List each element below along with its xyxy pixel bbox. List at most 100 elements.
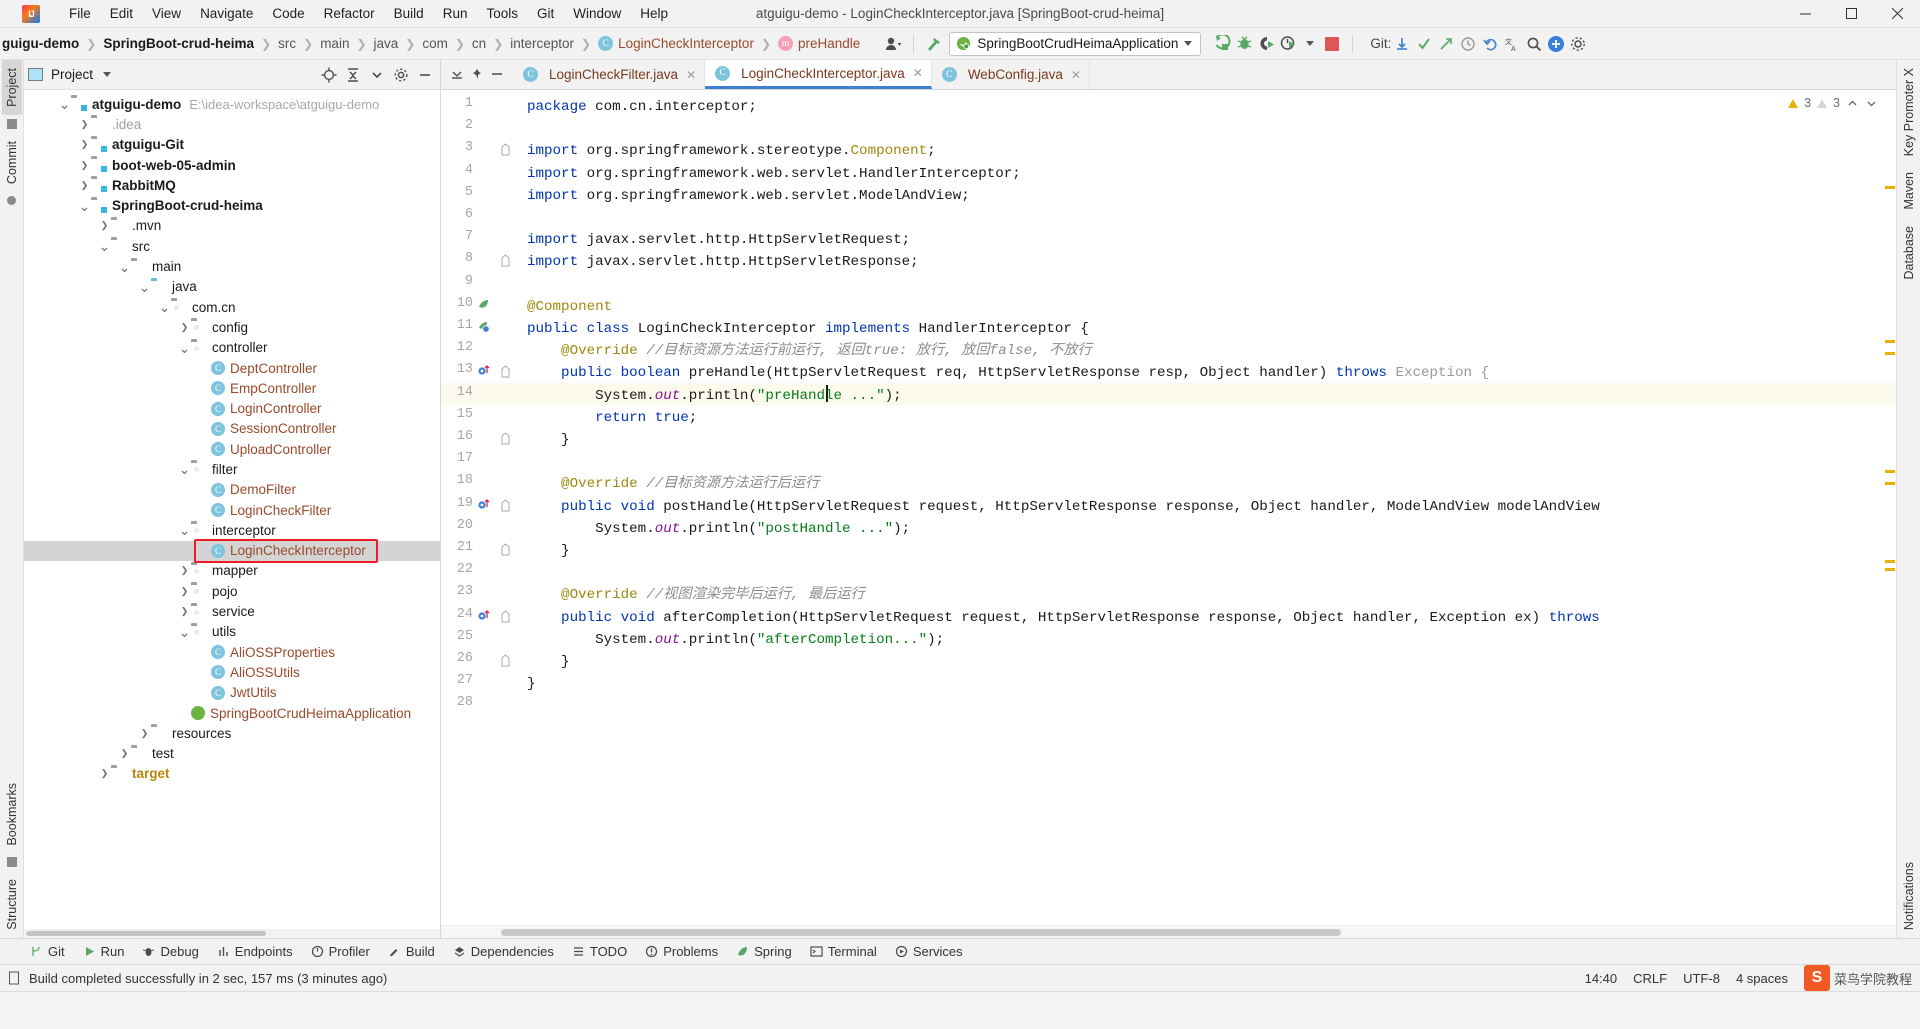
sidebar-item-bookmarks[interactable]: Bookmarks [2, 775, 22, 854]
breadcrumb-java[interactable]: java [372, 36, 401, 51]
tree-item-folder[interactable]: ⌄ interceptor [24, 520, 440, 540]
close-icon[interactable]: ✕ [913, 66, 923, 80]
git-update-icon[interactable] [1391, 33, 1413, 55]
run-configuration-selector[interactable]: SpringBootCrudHeimaApplication [949, 31, 1202, 56]
tool-window-build[interactable]: Build [380, 942, 443, 961]
tree-item-folder[interactable]: ❯ mapper [24, 561, 440, 581]
tab-login-check-filter[interactable]: C LoginCheckFilter.java ✕ [513, 60, 706, 89]
tree-item-folder[interactable]: ⌄ SpringBoot-crud-heima [24, 195, 440, 215]
select-opened-file-icon[interactable] [318, 64, 340, 86]
add-account-icon[interactable] [1545, 33, 1567, 55]
tree-item-folder[interactable]: ⌄ atguigu-demo E:\idea-workspace\atguigu-d… [24, 94, 440, 114]
hide-panel-icon[interactable] [414, 64, 436, 86]
error-stripe-marks[interactable] [1883, 90, 1896, 925]
pin-tab-icon[interactable] [467, 64, 487, 84]
hide-editor-icon[interactable] [487, 64, 507, 84]
code-fold-icon[interactable] [501, 609, 510, 623]
tree-item-folder[interactable]: ❯ resources [24, 723, 440, 743]
tree-item-class[interactable]: C JwtUtils [24, 683, 440, 703]
chevron-down-icon[interactable]: ⌄ [178, 341, 191, 355]
chevron-down-icon[interactable] [1299, 33, 1321, 55]
sidebar-item-structure[interactable]: Structure [2, 871, 22, 938]
breadcrumb[interactable]: guigu-demo ❯ SpringBoot-crud-heima ❯ src… [0, 28, 862, 60]
override-icon[interactable] [477, 498, 490, 511]
bean-icon[interactable] [477, 298, 490, 311]
menu-navigate[interactable]: Navigate [191, 3, 262, 24]
breadcrumb-method[interactable]: m preHandle [776, 36, 862, 51]
tool-window-endpoints[interactable]: Endpoints [209, 942, 301, 961]
chevron-down-icon[interactable]: ⌄ [178, 462, 191, 476]
settings-gear-icon[interactable] [390, 64, 412, 86]
tree-item-folder[interactable]: ⌄ main [24, 256, 440, 276]
menu-tools[interactable]: Tools [477, 3, 527, 24]
tree-item-folder[interactable]: ❯ service [24, 601, 440, 621]
project-tree-hscrollbar[interactable] [24, 929, 440, 938]
error-stripe-mark[interactable] [1885, 568, 1895, 571]
breadcrumb-project[interactable]: guigu-demo [0, 36, 81, 51]
code-fold-icon[interactable] [501, 498, 510, 512]
tool-window-problems[interactable]: Problems [637, 942, 726, 961]
tree-item-class[interactable]: C AliOSSUtils [24, 662, 440, 682]
chevron-down-icon[interactable]: ⌄ [98, 239, 111, 253]
collapse-all-icon[interactable] [342, 64, 364, 86]
file-encoding[interactable]: UTF-8 [1683, 971, 1720, 986]
sidebar-item-maven[interactable]: Maven [1899, 164, 1919, 218]
tree-item-folder[interactable]: ❯ config [24, 317, 440, 337]
chevron-right-icon[interactable]: ❯ [98, 768, 111, 779]
code-fold-icon[interactable] [501, 654, 510, 667]
menu-refactor[interactable]: Refactor [315, 3, 384, 24]
indent-setting[interactable]: 4 spaces [1736, 971, 1788, 986]
code-content[interactable]: package com.cn.interceptor; import org.sp… [519, 90, 1896, 925]
tree-item-class[interactable]: C DemoFilter [24, 480, 440, 500]
chevron-right-icon[interactable]: ❯ [118, 748, 131, 759]
tree-item-folder[interactable]: ❯ boot-web-05-admin [24, 155, 440, 175]
tree-item-class[interactable]: C UploadController [24, 439, 440, 459]
chevron-down-icon[interactable]: ⌄ [58, 97, 71, 111]
tree-item-folder[interactable]: ❯ test [24, 744, 440, 764]
error-stripe-mark[interactable] [1885, 186, 1895, 189]
chevron-down-icon[interactable] [1184, 41, 1193, 46]
chevron-right-icon[interactable]: ❯ [178, 322, 191, 333]
undo-icon[interactable] [1479, 33, 1501, 55]
menu-run[interactable]: Run [434, 3, 477, 24]
git-push-icon[interactable] [1435, 33, 1457, 55]
error-stripe-mark[interactable] [1885, 352, 1895, 355]
breadcrumb-cn[interactable]: cn [470, 36, 488, 51]
tab-web-config[interactable]: C WebConfig.java ✕ [932, 60, 1090, 89]
tree-item-folder[interactable]: ⌄ filter [24, 459, 440, 479]
menu-build[interactable]: Build [385, 3, 433, 24]
run-with-coverage-icon[interactable] [1255, 33, 1277, 55]
chevron-up-icon[interactable] [1846, 97, 1859, 110]
menu-git[interactable]: Git [528, 3, 563, 24]
tool-window-terminal[interactable]: Terminal [802, 942, 885, 961]
error-stripe-mark[interactable] [1885, 470, 1895, 473]
code-fold-icon[interactable] [501, 432, 510, 445]
tree-item-class[interactable]: C LoginCheckFilter [24, 500, 440, 520]
tree-item-folder[interactable]: ⌄ java [24, 277, 440, 297]
code-fold-icon[interactable] [501, 254, 510, 267]
window-controls[interactable] [1782, 0, 1920, 28]
chevron-right-icon[interactable]: ❯ [98, 220, 111, 231]
minimize-button[interactable] [1782, 0, 1828, 28]
close-icon[interactable]: ✕ [1071, 68, 1081, 82]
debug-icon[interactable] [1233, 33, 1255, 55]
tree-item-folder[interactable]: ❯ .idea [24, 114, 440, 134]
caret-position[interactable]: 14:40 [1585, 971, 1618, 986]
chevron-down-icon[interactable]: ⌄ [78, 199, 91, 213]
tool-window-debug[interactable]: Debug [134, 942, 206, 961]
tree-item-class[interactable]: C SessionController [24, 419, 440, 439]
sidebar-item-database[interactable]: Database [1899, 218, 1919, 288]
chevron-right-icon[interactable]: ❯ [178, 565, 191, 576]
line-separator[interactable]: CRLF [1633, 971, 1667, 986]
tree-item-folder[interactable]: ⌄ controller [24, 338, 440, 358]
chevron-down-icon[interactable]: ⌄ [158, 300, 171, 314]
breadcrumb-main[interactable]: main [318, 36, 351, 51]
code-fold-icon[interactable] [501, 543, 510, 556]
translate-icon[interactable]: 文A [1501, 33, 1523, 55]
breadcrumb-src[interactable]: src [276, 36, 298, 51]
chevron-down-icon[interactable]: ⌄ [138, 280, 151, 294]
impl-icon[interactable] [477, 320, 490, 333]
breadcrumb-class[interactable]: C LoginCheckInterceptor [596, 36, 756, 51]
tree-item-class[interactable]: C DeptController [24, 358, 440, 378]
close-icon[interactable]: ✕ [686, 68, 696, 82]
